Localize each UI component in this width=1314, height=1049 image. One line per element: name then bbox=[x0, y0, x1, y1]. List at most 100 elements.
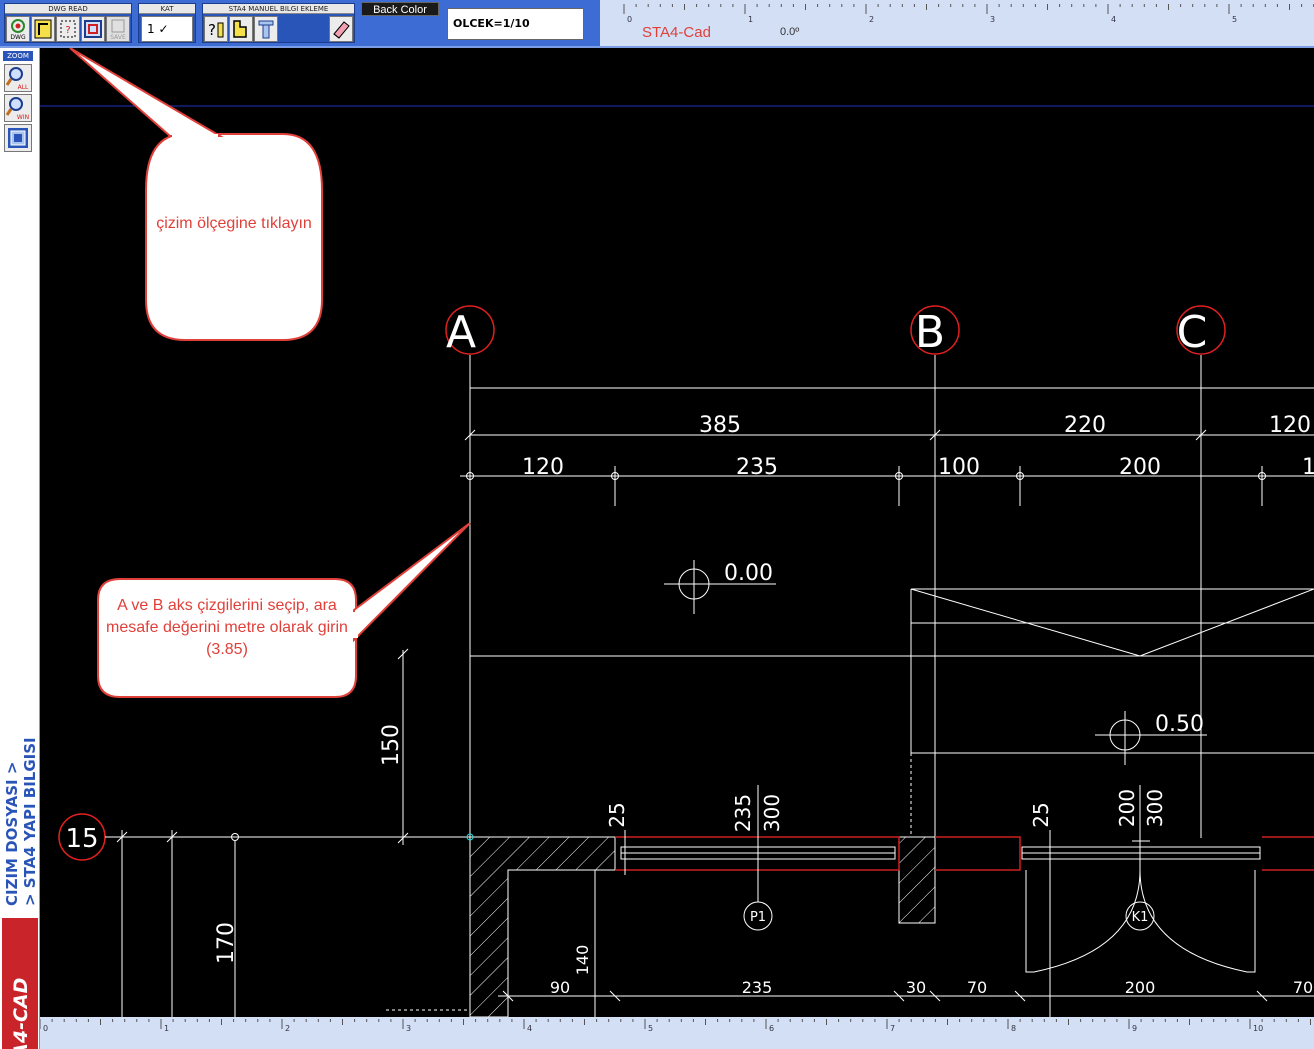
stairs-button[interactable] bbox=[229, 16, 253, 42]
info-icon: ? bbox=[208, 21, 224, 39]
window-dimension-lines bbox=[624, 785, 1141, 1017]
info-button[interactable]: ? bbox=[204, 16, 228, 42]
svg-text:P1: P1 bbox=[750, 910, 766, 925]
bottom-ruler-label: 8 bbox=[1011, 1024, 1016, 1033]
select-query-button[interactable]: ? bbox=[56, 16, 80, 42]
svg-text:A: A bbox=[446, 307, 476, 358]
kat-select[interactable]: 1 ✓ bbox=[141, 16, 193, 42]
dwg-read-group: DWG READ DWG ? SAVE bbox=[4, 3, 132, 43]
bottom-dimension-lines bbox=[386, 990, 1314, 1011]
frame-button[interactable] bbox=[81, 16, 105, 42]
angle-readout: 0.0º bbox=[780, 26, 800, 38]
axis-bubble-b[interactable]: B bbox=[910, 305, 960, 358]
kat-title: KAT bbox=[139, 4, 195, 14]
bottom-dimension-texts: 90 235 30 70 200 70 bbox=[550, 978, 1313, 997]
svg-text:170: 170 bbox=[214, 922, 239, 964]
column-button[interactable] bbox=[254, 16, 278, 42]
svg-text:235: 235 bbox=[736, 455, 778, 480]
svg-text:220: 220 bbox=[1064, 413, 1106, 438]
svg-text:SAVE: SAVE bbox=[110, 34, 126, 41]
sta4-manuel-title: STA4 MANUEL BILGI EKLEME bbox=[203, 4, 354, 14]
zoom-window-icon: WIN bbox=[5, 97, 29, 121]
save-button[interactable]: SAVE bbox=[106, 16, 130, 42]
drawing-canvas[interactable]: A B C 15 385 220 120 120 235 100 200 1 0… bbox=[40, 48, 1314, 1017]
zoom-window-button[interactable]: WIN bbox=[4, 94, 32, 122]
svg-text:0.50: 0.50 bbox=[1155, 712, 1204, 737]
top-ruler-label: 5 bbox=[1232, 15, 1237, 24]
vertical-dimensions bbox=[105, 648, 596, 1017]
zoom-extents-button[interactable] bbox=[4, 124, 32, 152]
main-toolbar: DWG READ DWG ? SAVE KAT 1 ✓ STA4 MANUEL … bbox=[0, 0, 1314, 46]
door-tag-k1[interactable]: K1 bbox=[1125, 901, 1155, 931]
back-color-button[interactable]: Back Color bbox=[361, 2, 439, 16]
zoom-title: ZOOM bbox=[3, 51, 33, 61]
bottom-ruler-label: 9 bbox=[1132, 1024, 1137, 1033]
sta4-logo: STA4-CAD bbox=[2, 918, 38, 1049]
bottom-ruler: 0 1 2 3 4 5 6 7 8 9 10 bbox=[39, 1017, 1314, 1049]
axis-bubble-15[interactable]: 15 bbox=[58, 813, 106, 861]
bottom-ruler-label: 4 bbox=[527, 1024, 532, 1033]
svg-text:30: 30 bbox=[906, 978, 926, 997]
left-panel: ZOOM ALL WIN CIZIM DOSYASI > > STA4 YAPI… bbox=[0, 48, 40, 1049]
svg-text:15: 15 bbox=[65, 824, 98, 854]
dimension-lines bbox=[460, 387, 1314, 506]
select-query-icon: ? bbox=[60, 20, 76, 38]
bottom-ruler-label: 5 bbox=[648, 1024, 653, 1033]
svg-text:300: 300 bbox=[1143, 789, 1167, 827]
bottom-ruler-label: 2 bbox=[285, 1024, 290, 1033]
polyline-icon bbox=[34, 19, 52, 39]
axis-bubble-a[interactable]: A bbox=[445, 305, 495, 358]
hatched-wall-left bbox=[469, 836, 616, 1017]
scale-field[interactable]: OLCEK=1/10 bbox=[447, 8, 584, 40]
callout-scale-text: çizim ölçegine tıklayın bbox=[156, 215, 312, 232]
dwg-read-title: DWG READ bbox=[5, 4, 131, 14]
column-icon bbox=[258, 20, 274, 39]
svg-text:200: 200 bbox=[1119, 455, 1161, 480]
zoom-all-button[interactable]: ALL bbox=[4, 64, 32, 92]
svg-text:120: 120 bbox=[522, 455, 564, 480]
svg-text:200: 200 bbox=[1115, 789, 1139, 827]
svg-text:25: 25 bbox=[605, 802, 629, 827]
cizim-dosyasi-label[interactable]: CIZIM DOSYASI > bbox=[3, 762, 21, 906]
bottom-ruler-label: 10 bbox=[1253, 1024, 1263, 1033]
svg-text:1: 1 bbox=[1302, 455, 1314, 480]
elevation-marker-050: 0.50 bbox=[1095, 711, 1207, 765]
svg-text:70: 70 bbox=[967, 978, 987, 997]
eraser-icon bbox=[333, 21, 350, 39]
svg-text:?: ? bbox=[208, 21, 216, 39]
bottom-ruler-label: 0 bbox=[43, 1024, 48, 1033]
sta4-yapi-bilgisi-label[interactable]: > STA4 YAPI BILGISI bbox=[21, 737, 39, 906]
polyline-button[interactable] bbox=[31, 16, 55, 42]
elevation-marker-000: 0.00 bbox=[664, 560, 776, 614]
svg-text:100: 100 bbox=[938, 455, 980, 480]
eraser-button[interactable] bbox=[329, 16, 353, 42]
hatched-wall-b bbox=[898, 836, 936, 924]
stairs-icon bbox=[233, 20, 247, 38]
top-ruler-label: 2 bbox=[869, 15, 874, 24]
svg-text:90: 90 bbox=[550, 978, 570, 997]
svg-text:25: 25 bbox=[1029, 802, 1053, 827]
axis-bubble-c[interactable]: C bbox=[1176, 305, 1226, 358]
dwg-button[interactable]: DWG bbox=[6, 16, 30, 42]
svg-text:?: ? bbox=[65, 25, 70, 36]
callout-scale-tip bbox=[69, 48, 323, 341]
svg-text:ALL: ALL bbox=[18, 84, 29, 91]
svg-text:DWG: DWG bbox=[10, 34, 26, 41]
vertical-nav[interactable]: CIZIM DOSYASI > > STA4 YAPI BILGISI bbox=[2, 684, 39, 914]
svg-text:235: 235 bbox=[742, 978, 773, 997]
svg-text:200: 200 bbox=[1125, 978, 1156, 997]
dimension-texts: 385 220 120 120 235 100 200 1 bbox=[522, 413, 1314, 480]
svg-text:K1: K1 bbox=[1132, 910, 1149, 925]
door-tag-p1[interactable]: P1 bbox=[743, 901, 773, 931]
bottom-ruler-label: 3 bbox=[406, 1024, 411, 1033]
top-ruler-label: 4 bbox=[1111, 15, 1116, 24]
axis-lines[interactable] bbox=[469, 355, 1202, 1017]
app-name: STA4-Cad bbox=[642, 24, 711, 41]
kat-group: KAT 1 ✓ bbox=[138, 3, 196, 43]
top-ruler-label: 3 bbox=[990, 15, 995, 24]
save-disabled-icon: SAVE bbox=[110, 19, 126, 41]
zoom-extents-icon bbox=[8, 128, 28, 148]
svg-text:385: 385 bbox=[699, 413, 741, 438]
svg-text:0.00: 0.00 bbox=[724, 561, 773, 586]
svg-text:C: C bbox=[1177, 307, 1208, 358]
